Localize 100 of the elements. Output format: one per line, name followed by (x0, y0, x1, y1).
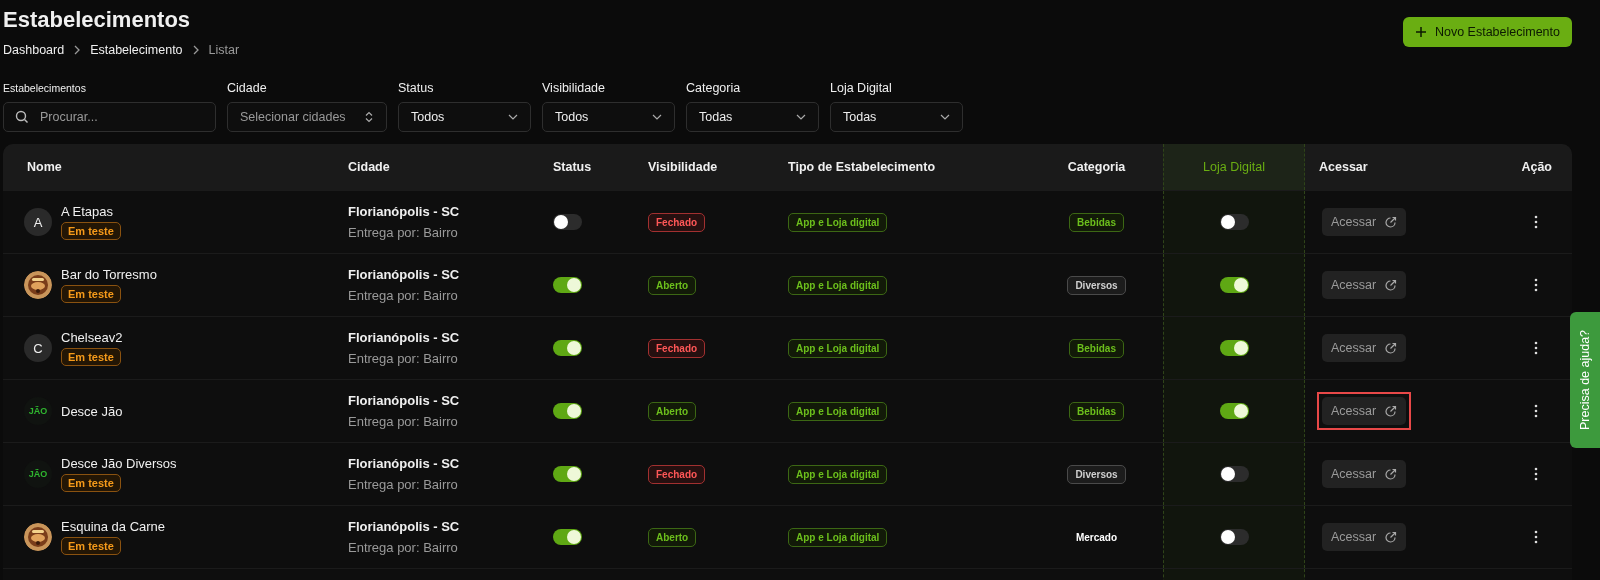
chevron-down-icon (796, 114, 806, 120)
search-field[interactable]: Procurar... (3, 102, 216, 132)
external-link-icon (1384, 467, 1398, 481)
delivery-text: Entrega por: Bairro (348, 288, 458, 303)
chevron-down-icon (940, 114, 950, 120)
delivery-text: Entrega por: Bairro (348, 540, 458, 555)
filter-select[interactable]: Todas (830, 102, 963, 132)
help-tab[interactable]: Precisa de ajuda? (1570, 312, 1600, 448)
test-badge: Em teste (61, 537, 121, 555)
city-select[interactable]: Selecionar cidades (227, 102, 387, 132)
column-header: Status (553, 160, 592, 174)
establishment-name: Desce Jão Diversos (61, 456, 177, 471)
column-header: Visibilidade (648, 160, 718, 174)
establishment-name: Bar do Torresmo (61, 267, 157, 282)
avatar: A (24, 208, 52, 236)
status-toggle[interactable] (553, 466, 582, 482)
more-options-icon[interactable] (1534, 278, 1538, 292)
access-button[interactable]: Acessar (1322, 334, 1407, 362)
filter-label: Cidade (227, 81, 268, 95)
status-toggle[interactable] (553, 529, 582, 545)
type-badge: App e Loja digital (788, 212, 888, 232)
category-badge: Bebidas (1069, 338, 1124, 358)
type-badge: App e Loja digital (788, 464, 888, 484)
test-badge: Em teste (61, 474, 121, 492)
status-toggle[interactable] (553, 403, 582, 419)
status-toggle[interactable] (553, 214, 582, 230)
delivery-text: Entrega por: Bairro (348, 225, 458, 240)
filter-label: Categoria (686, 81, 742, 95)
filter-label: Estabelecimentos (3, 82, 87, 94)
access-button[interactable]: Acessar (1322, 460, 1407, 488)
page-title: Estabelecimentos (3, 7, 192, 33)
category-text: Mercado (1074, 530, 1119, 545)
breadcrumb-link[interactable]: Dashboard (3, 43, 65, 57)
category-badge: Bebidas (1069, 212, 1124, 232)
status-toggle[interactable] (553, 277, 582, 293)
visibility-badge: Fechado (648, 338, 706, 358)
avatar: C (24, 334, 52, 362)
filter-label: Visibilidade (542, 81, 606, 95)
establishment-name: Desce Jão (61, 403, 123, 419)
breadcrumb-link[interactable]: Listar (208, 43, 240, 57)
access-button[interactable]: Acessar (1322, 208, 1407, 236)
column-header: Categoria (1067, 160, 1126, 174)
logo: JÃO (24, 460, 52, 488)
new-establishment-button[interactable]: Novo Estabelecimento (1402, 17, 1572, 47)
establishment-name: Esquina da Carne (61, 519, 166, 534)
status-toggle[interactable] (553, 340, 582, 356)
more-options-icon[interactable] (1534, 215, 1538, 229)
breadcrumb-link[interactable]: Estabelecimento (90, 43, 183, 57)
chevron-right-icon (191, 45, 200, 55)
digital-store-toggle[interactable] (1219, 277, 1249, 293)
column-header: Nome (27, 160, 62, 174)
type-badge: App e Loja digital (788, 275, 888, 295)
external-link-icon (1384, 530, 1398, 544)
more-options-icon[interactable] (1534, 404, 1538, 418)
visibility-badge: Aberto (648, 401, 697, 421)
category-badge: Bebidas (1069, 401, 1124, 421)
external-link-icon (1384, 215, 1398, 229)
city-text: Florianópolis - SC (348, 519, 460, 534)
delivery-text: Entrega por: Bairro (348, 477, 458, 492)
access-button[interactable]: Acessar (1322, 397, 1407, 425)
digital-store-toggle[interactable] (1219, 529, 1249, 545)
visibility-badge: Fechado (648, 464, 706, 484)
filter-select[interactable]: Todos (398, 102, 531, 132)
more-options-icon[interactable] (1534, 530, 1538, 544)
digital-store-toggle[interactable] (1219, 214, 1249, 230)
access-button[interactable]: Acessar (1322, 523, 1407, 551)
digital-store-toggle[interactable] (1219, 403, 1249, 419)
logo: JÃO (24, 397, 52, 425)
visibility-badge: Aberto (648, 527, 697, 547)
external-link-icon (1384, 341, 1398, 355)
column-header: Ação (1521, 160, 1552, 174)
access-button[interactable]: Acessar (1322, 271, 1407, 299)
city-text: Florianópolis - SC (348, 267, 460, 282)
city-text: Florianópolis - SC (348, 393, 460, 408)
establishment-name: A Etapas (61, 204, 114, 219)
column-header: Tipo de Estabelecimento (788, 160, 936, 174)
delivery-text: Entrega por: Bairro (348, 351, 458, 366)
category-badge: Diversos (1067, 464, 1126, 484)
visibility-badge: Aberto (648, 275, 697, 295)
chevron-down-icon (508, 114, 518, 120)
category-badge: Diversos (1067, 275, 1126, 295)
test-badge: Em teste (61, 285, 121, 303)
filter-label: Status (398, 81, 435, 95)
external-link-icon (1384, 404, 1398, 418)
filter-label: Loja Digital (830, 81, 893, 95)
external-link-icon (1384, 278, 1398, 292)
city-text: Florianópolis - SC (348, 330, 460, 345)
chevron-right-icon (73, 45, 82, 55)
filter-select[interactable]: Todos (542, 102, 675, 132)
test-badge: Em teste (61, 348, 121, 366)
search-icon (15, 110, 29, 124)
type-badge: App e Loja digital (788, 401, 888, 421)
filter-select[interactable]: Todas (686, 102, 819, 132)
more-options-icon[interactable] (1534, 467, 1538, 481)
column-header: Cidade (348, 160, 390, 174)
more-options-icon[interactable] (1534, 341, 1538, 355)
digital-store-toggle[interactable] (1219, 340, 1249, 356)
establishment-name: Chelseav2 (61, 330, 123, 345)
visibility-badge: Fechado (648, 212, 706, 232)
digital-store-toggle[interactable] (1219, 466, 1249, 482)
